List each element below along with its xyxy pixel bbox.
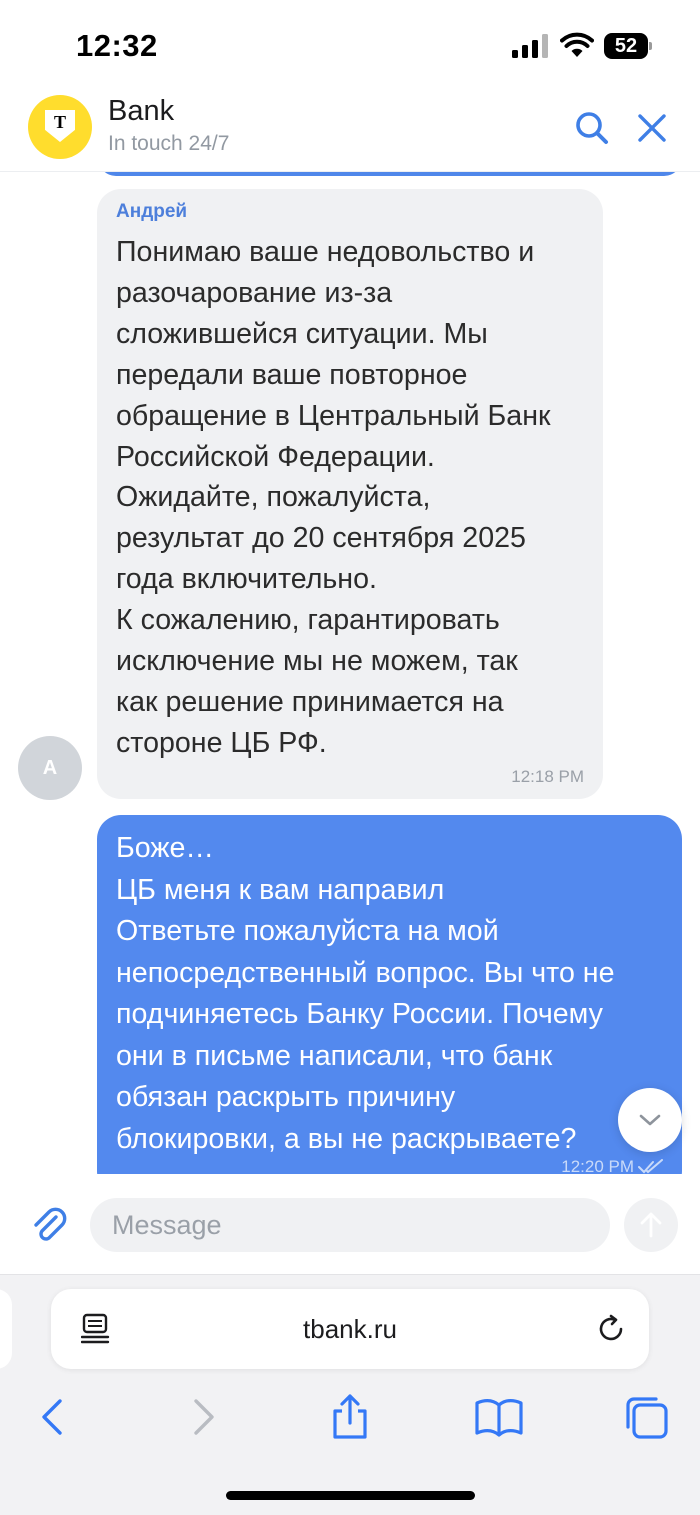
incoming-message-bubble[interactable]: Андрей Понимаю ваше недовольство и разоч…	[97, 189, 603, 799]
double-check-icon	[638, 1159, 663, 1174]
bookmarks-icon[interactable]	[474, 1393, 524, 1443]
chevron-down-icon	[639, 1114, 661, 1126]
status-time: 12:32	[76, 28, 158, 63]
message-input[interactable]	[90, 1198, 610, 1252]
chat-messages[interactable]: Андрей Понимаю ваше недовольство и разоч…	[0, 172, 700, 1174]
close-icon[interactable]	[632, 108, 672, 148]
logo-letter: T	[53, 112, 66, 132]
outgoing-message-text: Боже… ЦБ меня к вам направил Ответьте по…	[116, 832, 615, 1155]
chat-subtitle: In touch 24/7	[108, 132, 230, 155]
incoming-message-text: Понимаю ваше недовольство и разочаровани…	[116, 236, 551, 759]
browser-nav-row	[0, 1393, 700, 1443]
browser-toolbar: tbank.ru	[0, 1274, 700, 1515]
paperclip-icon[interactable]	[28, 1204, 70, 1246]
sender-name: Андрей	[116, 201, 188, 222]
chat-header: T Bank In touch 24/7	[0, 90, 700, 172]
scroll-to-bottom-button[interactable]	[618, 1088, 682, 1152]
chat-title: Bank	[108, 95, 175, 127]
reload-icon[interactable]	[595, 1313, 627, 1345]
status-bar: 12:32 52	[0, 0, 700, 90]
share-icon[interactable]	[325, 1393, 375, 1443]
previous-message-bubble	[98, 172, 682, 176]
url-text: tbank.ru	[303, 1314, 397, 1344]
address-bar[interactable]: tbank.ru	[51, 1289, 649, 1369]
send-button[interactable]	[624, 1198, 678, 1252]
forward-icon[interactable]	[178, 1393, 228, 1443]
back-icon[interactable]	[28, 1393, 78, 1443]
battery-indicator: 52	[604, 33, 652, 59]
bank-logo: T	[28, 95, 92, 159]
message-time: 12:18 PM	[511, 767, 584, 786]
outgoing-message-bubble[interactable]: Боже… ЦБ меня к вам направил Ответьте по…	[97, 815, 682, 1174]
cellular-signal-icon	[512, 34, 548, 58]
tabs-icon[interactable]	[622, 1393, 672, 1443]
search-icon[interactable]	[572, 108, 612, 148]
message-composer	[0, 1174, 700, 1274]
send-arrow-icon	[640, 1212, 662, 1238]
avatar: А	[18, 736, 82, 800]
home-indicator	[226, 1491, 475, 1500]
previous-tab-edge[interactable]	[0, 1289, 12, 1369]
battery-level: 52	[614, 35, 638, 57]
wifi-icon	[560, 32, 594, 57]
message-time: 12:20 PM	[561, 1157, 634, 1174]
